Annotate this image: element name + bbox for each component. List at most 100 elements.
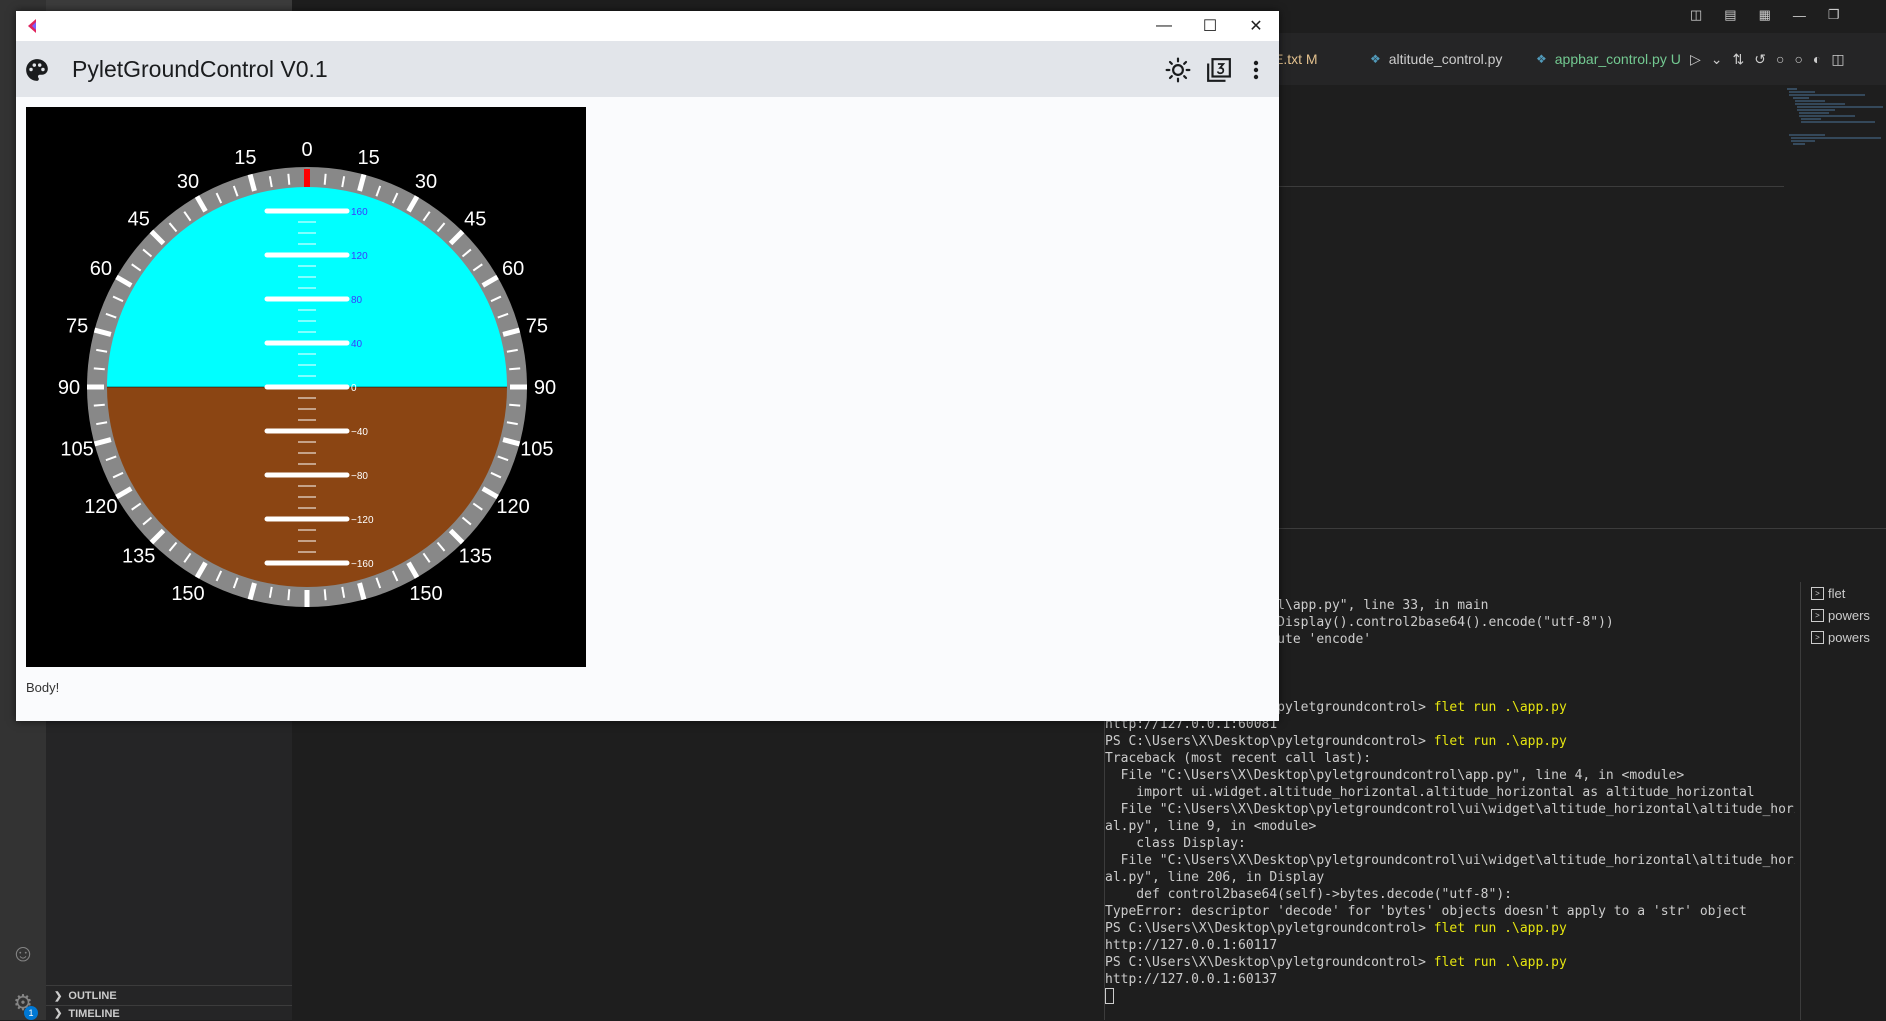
app-title: PyletGroundControl V0.1 (72, 56, 328, 82)
customize-layout-icon[interactable]: ▦ (1759, 7, 1771, 23)
palette-icon[interactable] (24, 57, 50, 83)
terminal-item-flet[interactable]: > flet (1811, 586, 1845, 601)
terminal-line: File "C:\Users\X\Desktop\pyletgroundcont… (1105, 801, 1795, 818)
tab-altitude-control[interactable]: ❖ altitude_control.py (1370, 33, 1502, 85)
pitch-label: −160 (351, 559, 374, 570)
terminal-line-text: TypeError: descriptor 'decode' for 'byte… (1105, 904, 1747, 919)
tab-label: E.txt M (1274, 51, 1318, 67)
roll-scale-label: 105 (520, 439, 553, 461)
terminal-label: powers (1828, 608, 1870, 623)
terminal-line: def control2base64(self)->bytes.decode("… (1105, 886, 1795, 903)
vscode-layout-controls: ◫ ▤ ▦ — ❐ (1690, 0, 1840, 30)
terminal-line-text: Traceback (most recent call last): (1105, 751, 1372, 766)
next-change-icon[interactable]: ○ (1794, 51, 1802, 67)
editor-divider (1272, 186, 1784, 187)
roll-scale-label: 135 (459, 545, 492, 567)
roll-tick (323, 173, 327, 185)
chevron-right-icon: ❯ (54, 1008, 63, 1019)
terminal-line-text: File "C:\Users\X\Desktop\pyletgroundcont… (1105, 853, 1795, 868)
minimap[interactable] (1785, 85, 1885, 165)
run-icon[interactable]: ▷ (1690, 51, 1701, 68)
split-editor-icon[interactable]: ◫ (1831, 51, 1844, 68)
roll-scale-label: 15 (234, 147, 256, 169)
pitch-label: −80 (351, 471, 368, 482)
roll-scale-label: 90 (534, 377, 556, 399)
terminal-cursor (1105, 988, 1795, 1009)
roll-scale-label: 120 (84, 496, 117, 518)
notification-badge: 1 (24, 1006, 38, 1020)
toggle-sidebar-icon[interactable]: ◫ (1690, 7, 1702, 23)
account-icon[interactable]: ☺ (8, 940, 38, 970)
terminal-command: flet run .\app.py (1433, 921, 1567, 936)
vscode-minimize-icon[interactable]: — (1793, 8, 1806, 23)
pitch-label: 80 (351, 295, 363, 306)
timeline-section[interactable]: ❯ TIMELINE (46, 1005, 292, 1021)
vscode-restore-icon[interactable]: ❐ (1828, 7, 1840, 23)
maximize-button[interactable]: ☐ (1187, 11, 1233, 41)
terminal-line: al.py", line 9, in <module> (1105, 818, 1795, 835)
terminal-line: TypeError: descriptor 'decode' for 'byte… (1105, 903, 1795, 920)
terminal-line: PS C:\Users\X\Desktop\pyletgroundcontrol… (1105, 920, 1795, 937)
terminal-line: al.py", line 206, in Display (1105, 869, 1795, 886)
pitch-label: −120 (351, 515, 374, 526)
outline-label: OUTLINE (68, 990, 117, 1002)
roll-tick (509, 367, 521, 371)
tab-label: altitude_control.py (1388, 51, 1503, 67)
more-vert-icon[interactable] (1251, 57, 1261, 83)
terminal-line: class Display: (1105, 835, 1795, 852)
pitch-label: 0 (351, 383, 357, 394)
app-title-bar[interactable]: — ☐ ✕ (16, 11, 1279, 41)
tab-readme[interactable]: E.txt M (1274, 33, 1318, 85)
roll-tick (287, 173, 291, 185)
terminal-line-text: class Display: (1105, 836, 1246, 851)
terminal-line-text: import ui.widget.altitude_horizontal.alt… (1105, 785, 1755, 800)
roll-scale-label: 45 (128, 209, 150, 231)
filter-3-icon[interactable] (1206, 57, 1232, 83)
pitch-label: 160 (351, 207, 368, 218)
terminal-command: flet run .\app.py (1433, 700, 1567, 715)
terminal-label: powers (1828, 630, 1870, 645)
roll-tick (93, 367, 105, 371)
terminal-line-text: File "C:\Users\X\Desktop\pyletgroundcont… (1105, 802, 1795, 817)
terminal-icon: > (1811, 631, 1824, 644)
roll-scale-label: 15 (357, 147, 379, 169)
terminal-line-text: al.py", line 9, in <module> (1105, 819, 1317, 834)
tab-appbar-control[interactable]: ❖ appbar_control.py U (1536, 33, 1681, 85)
terminal-line: PS C:\Users\X\Desktop\pyletgroundcontrol… (1105, 733, 1795, 750)
terminal-item-powershell-1[interactable]: > powers (1811, 608, 1870, 623)
terminal-item-powershell-2[interactable]: > powers (1811, 630, 1870, 645)
roll-scale-label: 0 (301, 139, 312, 161)
pitch-label: 120 (351, 251, 368, 262)
copilot-icon[interactable]: ◐ (1813, 51, 1821, 67)
terminal-icon: > (1811, 587, 1824, 600)
terminal-label: flet (1828, 586, 1846, 601)
terminal-line: File "C:\Users\X\Desktop\pyletgroundcont… (1105, 767, 1795, 784)
terminal-line-text: PS C:\Users\X\Desktop\pyletgroundcontrol… (1105, 955, 1434, 970)
previous-change-icon[interactable]: ○ (1776, 51, 1784, 67)
close-button[interactable]: ✕ (1233, 11, 1279, 41)
panel-header (1272, 528, 1886, 565)
open-changes-icon[interactable]: ↺ (1754, 51, 1766, 68)
pitch-label: −40 (351, 427, 368, 438)
sidebar (46, 720, 292, 1020)
terminal-line: PS C:\Users\X\Desktop\pyletgroundcontrol… (1105, 954, 1795, 971)
toggle-panel-icon[interactable]: ▤ (1724, 7, 1736, 23)
chevron-down-icon[interactable]: ⌄ (1711, 51, 1723, 68)
terminal-line-text: al.py", line 206, in Display (1105, 870, 1325, 885)
terminal-line-text: def control2base64(self)->bytes.decode("… (1105, 887, 1512, 902)
terminal-line-text: File "C:\Users\X\Desktop\pyletgroundcont… (1105, 768, 1685, 783)
roll-scale-label: 150 (171, 583, 204, 605)
minimize-button[interactable]: — (1141, 11, 1187, 41)
roll-tick (509, 403, 521, 407)
tab-label: appbar_control.py U (1554, 51, 1681, 67)
compare-changes-icon[interactable]: ⇅ (1733, 51, 1745, 68)
roll-scale-label: 75 (66, 315, 88, 337)
roll-scale-label: 120 (496, 496, 529, 518)
outline-section[interactable]: ❯ OUTLINE (46, 985, 292, 1006)
roll-scale-label: 30 (415, 171, 437, 193)
brightness-icon[interactable] (1165, 57, 1191, 83)
roll-scale-label: 45 (464, 209, 486, 231)
python-icon: ❖ (1536, 52, 1547, 66)
roll-tick (287, 589, 291, 601)
chevron-right-icon: ❯ (54, 990, 63, 1002)
